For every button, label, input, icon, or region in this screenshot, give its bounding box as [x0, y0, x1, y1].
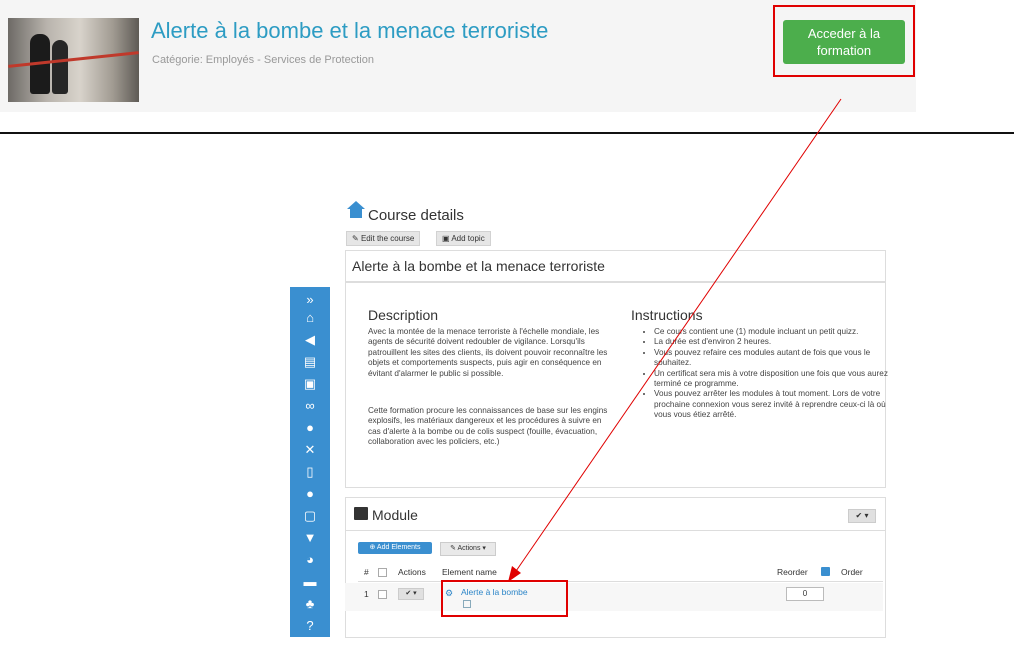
annotation-arrow — [508, 98, 842, 582]
